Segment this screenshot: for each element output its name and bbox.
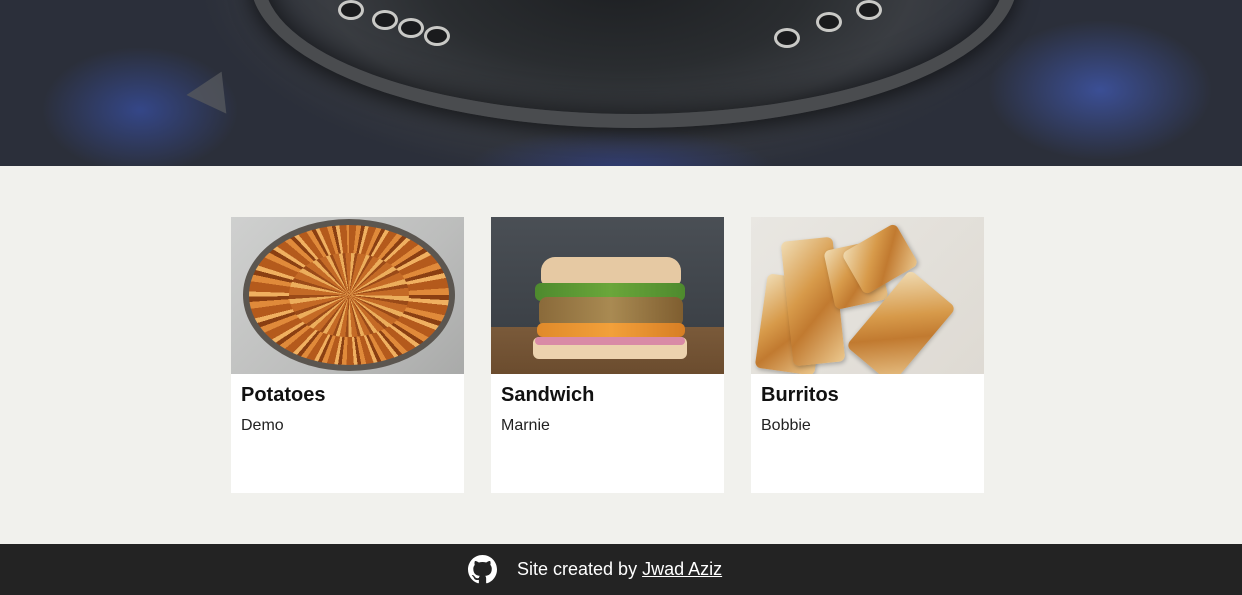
recipe-title: Burritos <box>761 384 839 406</box>
burner-hole <box>856 0 882 20</box>
github-icon[interactable] <box>468 554 497 584</box>
recipe-image-burritos <box>751 217 984 374</box>
burner-hole <box>372 10 398 30</box>
recipe-title: Potatoes <box>241 384 326 406</box>
recipe-card-sandwich[interactable]: Sandwich Marnie <box>491 217 724 493</box>
recipe-image-potatoes <box>231 217 464 374</box>
burner-hole <box>774 28 800 48</box>
recipe-card-body: Sandwich Marnie <box>491 374 724 445</box>
footer-text: Site created by <box>517 558 638 579</box>
recipe-card-body: Burritos Bobbie <box>751 374 984 445</box>
footer-credit: Site created by Jwad Aziz <box>468 554 722 584</box>
sauce-shape <box>535 337 685 345</box>
burner-ring <box>250 0 1018 128</box>
carrot-shape <box>537 323 685 337</box>
author-link[interactable]: Jwad Aziz <box>642 559 722 580</box>
recipe-title: Sandwich <box>501 384 595 406</box>
burner-hole <box>424 26 450 46</box>
recipe-image-sandwich <box>491 217 724 374</box>
recipe-card-body: Potatoes Demo <box>231 374 464 445</box>
recipe-card-list: Potatoes Demo Sandwich Marnie Burritos B… <box>231 217 984 493</box>
recipe-author: Demo <box>241 417 284 434</box>
recipe-card-burritos[interactable]: Burritos Bobbie <box>751 217 984 493</box>
burner-hole <box>816 12 842 32</box>
recipe-author: Bobbie <box>761 417 811 434</box>
site-footer: Site created by Jwad Aziz <box>0 544 1242 595</box>
burner-triangle-mark <box>186 62 242 114</box>
hero-banner-image <box>0 0 1242 166</box>
bread-top-shape <box>541 257 681 285</box>
recipe-card-potatoes[interactable]: Potatoes Demo <box>231 217 464 493</box>
gratin-shape <box>249 225 449 365</box>
burner-hole <box>398 18 424 38</box>
burner-hole <box>338 0 364 20</box>
recipe-author: Marnie <box>501 417 550 434</box>
